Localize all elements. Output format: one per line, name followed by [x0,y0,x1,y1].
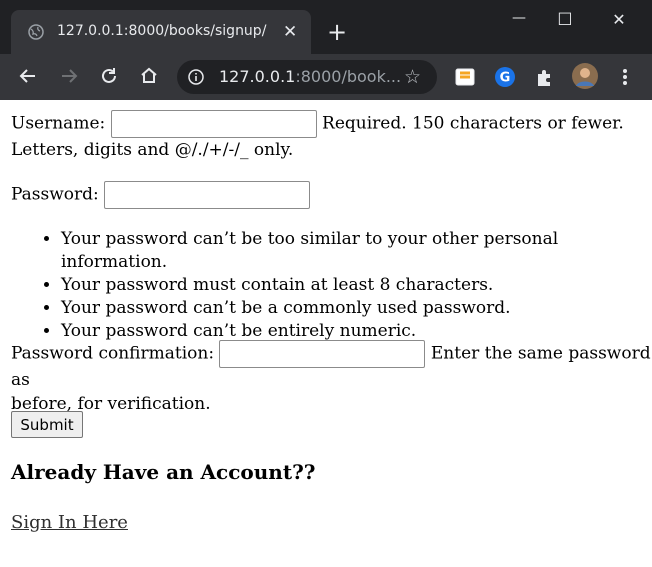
password-confirmation-input[interactable] [219,340,426,368]
username-input[interactable] [110,110,317,138]
menu-dots-icon[interactable] [614,66,636,88]
password-rule: Your password must contain at least 8 ch… [61,274,652,297]
submit-button[interactable]: Submit [11,411,83,438]
password-confirmation-label: Password confirmation: [11,343,215,364]
sign-in-link[interactable]: Sign In Here [11,512,128,533]
tab-close-icon[interactable]: ✕ [283,22,297,42]
already-have-account-heading: Already Have an Account?? [11,460,316,484]
password-rules-list: Your password can’t be too similar to yo… [11,228,652,343]
close-window-button[interactable]: ✕ [596,10,642,32]
grammarly-icon[interactable]: G [494,66,516,88]
bookmark-star-icon[interactable]: ☆ [404,66,421,88]
back-arrow-icon[interactable] [16,64,40,88]
new-tab-button[interactable]: + [327,20,347,44]
password-input[interactable] [104,181,311,209]
reload-icon[interactable] [97,64,121,88]
password-row: Password: [11,181,311,209]
extension-news-icon[interactable] [454,66,476,88]
profile-avatar[interactable] [571,62,599,90]
browser-tab[interactable]: 127.0.0.1:8000/books/signup/ ✕ [11,10,311,54]
minimize-button[interactable]: — [496,10,542,32]
extensions-puzzle-icon[interactable] [534,66,556,88]
url-text[interactable]: 127.0.0.1:8000/book... [219,67,401,86]
password-rule: Your password can’t be a commonly used p… [61,297,652,320]
tab-title: 127.0.0.1:8000/books/signup/ [57,23,267,39]
maximize-button[interactable]: ☐ [542,10,588,32]
password-rule: Your password can’t be too similar to yo… [61,228,652,274]
home-icon[interactable] [137,64,161,88]
forward-arrow-icon[interactable] [57,64,81,88]
username-help-text-2: Letters, digits and @/./+/-/_ only. [11,140,294,160]
browser-toolbar: 127.0.0.1:8000/book... ☆ G [0,54,652,100]
url-path: :8000/book... [295,67,402,86]
address-bar[interactable]: 127.0.0.1:8000/book... ☆ [177,60,437,94]
info-icon[interactable] [188,69,204,85]
username-label: Username: [11,113,106,134]
username-row: Username: Required. 150 characters or fe… [11,110,624,162]
password-label: Password: [11,184,99,205]
globe-icon [28,24,44,40]
password-confirmation-row: Password confirmation: Enter the same pa… [11,340,652,416]
browser-titlebar: 127.0.0.1:8000/books/signup/ ✕ + — ☐ ✕ [0,0,652,54]
username-help-text: Required. 150 characters or fewer. [322,113,624,134]
url-host: 127.0.0.1 [219,67,296,86]
svg-text:G: G [500,71,511,86]
page-content: Username: Required. 150 characters or fe… [0,100,652,567]
